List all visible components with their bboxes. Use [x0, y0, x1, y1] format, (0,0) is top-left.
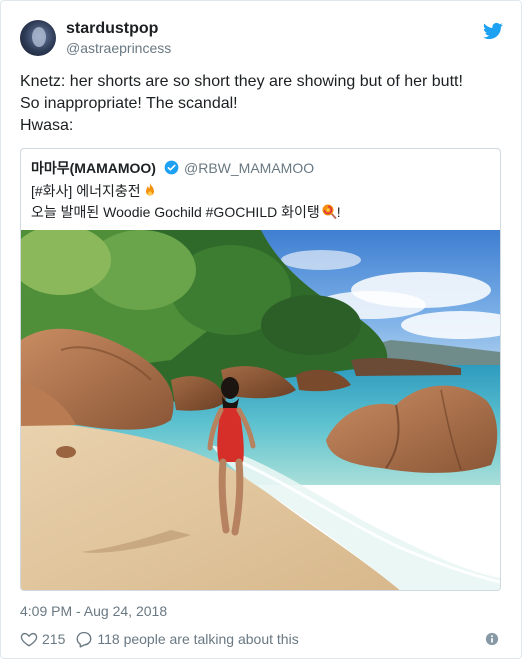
quoted-text: ! [336, 204, 341, 220]
tweet-timestamp[interactable]: 4:09 PM - Aug 24, 2018 [20, 602, 167, 620]
quoted-tweet-photo[interactable] [21, 230, 500, 591]
author-avatar[interactable] [20, 20, 56, 56]
tweet-line: Knetz: her shorts are so short they are … [20, 73, 463, 90]
heart-icon [20, 632, 38, 647]
talking-about-text: 118 people are talking about this [97, 631, 299, 647]
reply-bubble-icon [76, 631, 92, 648]
like-button[interactable]: 215 [20, 630, 75, 648]
tweet-text: Knetz: her shorts are so short they are … [20, 71, 505, 137]
quoted-text: [#화사] 에너지충전 [31, 183, 141, 199]
tweet-line: Hwasa: [20, 117, 74, 134]
conversation-link[interactable]: 118 people are talking about this [75, 630, 299, 648]
verified-badge-icon [164, 160, 179, 175]
fire-emoji-icon [145, 183, 154, 196]
tweet-actions: 215 118 people are talking about this [20, 629, 299, 649]
quoted-text-line-2: 오늘 발매된 Woodie Gochild #GOCHILD 화이탱 ! [31, 203, 341, 221]
info-icon[interactable] [485, 632, 499, 646]
lollipop-emoji-icon [322, 204, 337, 219]
embedded-tweet-card: stardustpop @astraeprincess Knetz: her s… [0, 0, 522, 659]
quoted-text: 오늘 발매된 Woodie Gochild #GOCHILD 화이탱 [31, 204, 320, 220]
tweet-line: So inappropriate! The scandal! [20, 95, 238, 112]
twitter-bird-icon[interactable] [483, 21, 503, 41]
author-display-name[interactable]: stardustpop [66, 19, 158, 39]
quoted-tweet[interactable]: 마마무(MAMAMOO) @RBW_MAMAMOO [#화사] 에너지충전 오늘… [20, 148, 501, 591]
quoted-handle[interactable]: @RBW_MAMAMOO [184, 159, 314, 177]
quoted-text-line-1: [#화사] 에너지충전 [31, 182, 158, 200]
like-count: 215 [42, 631, 66, 647]
quoted-display-name[interactable]: 마마무(MAMAMOO) [31, 159, 156, 177]
author-handle[interactable]: @astraeprincess [66, 39, 171, 57]
